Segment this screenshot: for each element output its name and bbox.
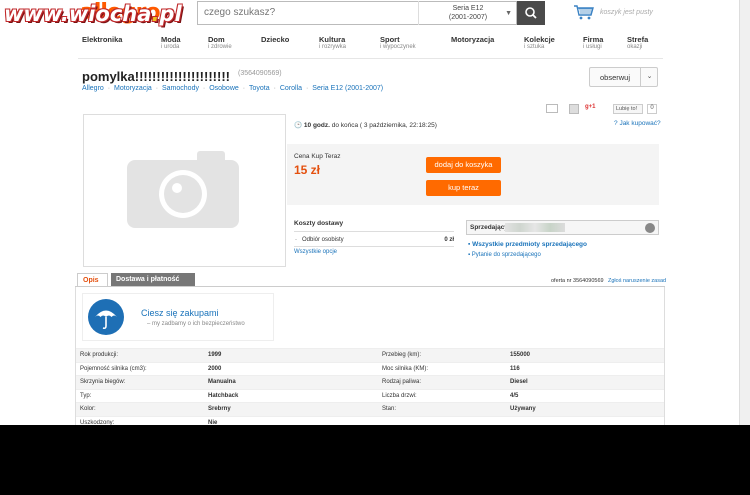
seller-ask-link[interactable]: ▪ Pytanie do sprzedającego (468, 252, 541, 258)
buy-box: Cena Kup Teraz 15 zł dodaj do koszyka ku… (287, 144, 659, 205)
clock-icon: 🕒 (294, 122, 303, 129)
table-row: Pojemność silnika (cm3): 2000 Moc silnika … (76, 361, 664, 376)
breadcrumb-item[interactable]: Corolla (280, 85, 302, 92)
buy-now-label: Cena Kup Teraz (294, 153, 341, 160)
shipping-costs: Koszty dostawy · Odbiór osobisty 0 zł Ws… (294, 220, 454, 255)
banner-subtitle: – my zadbamy o ich bezpieczeństwo (147, 321, 245, 327)
watch-label: obserwuj (599, 73, 630, 82)
search-input[interactable] (204, 7, 414, 18)
shipping-title: Koszty dostawy (294, 220, 454, 232)
seller-box[interactable]: Sprzedający: (466, 220, 659, 235)
breadcrumb-item[interactable]: Osobowe (209, 85, 239, 92)
table-row: Rok produkcji: 1999 Przebieg (km): 155000 (76, 348, 664, 362)
watermark-tld: pl (159, 2, 182, 26)
umbrella-icon (88, 299, 124, 335)
time-remaining: 🕒 10 godz. do końca ( 3 października, 22… (294, 122, 437, 129)
print-icon[interactable] (569, 104, 579, 114)
seller-name-blurred (505, 223, 565, 232)
product-photo-placeholder[interactable] (83, 114, 286, 267)
breadcrumb-item[interactable]: Motoryzacja (114, 85, 152, 92)
google-plus-button[interactable]: g+1 (585, 104, 596, 114)
chevron-down-icon[interactable]: ⌄ (640, 68, 658, 86)
price: 15 zł (294, 163, 321, 177)
chevron-down-icon: ▼ (505, 10, 512, 17)
tab-description[interactable]: Opis (77, 273, 108, 287)
search-button[interactable] (517, 1, 545, 25)
bottom-bar (0, 425, 750, 495)
seller-expand-icon[interactable] (645, 223, 655, 233)
nav-dziecko[interactable]: Dziecko (261, 36, 289, 44)
banner-title: Ciesz się zakupami (141, 308, 219, 318)
table-row: Kolor: Srebrny Stan: Używany (76, 402, 664, 416)
nav-moda[interactable]: Moda i uroda (161, 36, 181, 51)
report-link[interactable]: Zgłoś naruszenie zasad (608, 278, 666, 284)
add-to-cart-button[interactable]: dodaj do koszyka (426, 157, 501, 173)
category-line2: (2001-2007) (448, 14, 488, 21)
facebook-like-button[interactable]: Lubię to! (613, 104, 643, 114)
watch-button[interactable]: obserwuj ⌄ (589, 67, 658, 87)
like-count: 0 (647, 104, 657, 114)
table-row: Skrzynia biegów: Manualna Rodzaj paliwa: Di… (76, 375, 664, 389)
offer-id: (3564090569) (238, 70, 282, 77)
nav-divider (78, 58, 663, 59)
scrollbar[interactable] (739, 0, 750, 425)
offer-number: oferta nr 3564090569 (551, 278, 604, 284)
breadcrumb-item[interactable]: Toyota (249, 85, 270, 92)
nav-sport[interactable]: Sport i wypoczynek (380, 36, 416, 51)
table-row: Typ: Hatchback Liczba drzwi: 4/5 (76, 388, 664, 403)
nav-motoryzacja[interactable]: Motoryzacja (451, 36, 494, 44)
offer-title: pomylka!!!!!!!!!!!!!!!!!!!!!! (82, 69, 230, 84)
cart-status: koszyk jest pusty (600, 9, 653, 16)
shipping-row: · Odbiór osobisty 0 zł (294, 235, 454, 247)
tab-delivery[interactable]: Dostawa i płatność (111, 273, 195, 286)
nav-elektronika[interactable]: Elektronika (82, 36, 122, 44)
nav-kultura[interactable]: Kultura i rozrywka (319, 36, 346, 51)
nav-kolekcje[interactable]: Kolekcje i sztuka (524, 36, 555, 51)
search-icon (525, 7, 537, 19)
mail-icon[interactable] (546, 104, 558, 113)
camera-icon (127, 151, 239, 228)
category-line1: Seria E12 (452, 5, 484, 12)
help-icon: ? (614, 120, 618, 127)
seller-all-items-link[interactable]: ▪ Wszystkie przedmioty sprzedającego (468, 241, 587, 248)
breadcrumb: Allegro · Motoryzacja · Samochody · Osob… (82, 85, 384, 92)
breadcrumb-item[interactable]: Seria E12 (2001-2007) (312, 85, 383, 92)
category-nav: Elektronika Moda i uroda Dom i zdrowie Dzi… (82, 36, 662, 56)
nav-firma[interactable]: Firma i usługi (583, 36, 603, 51)
how-to-buy-link[interactable]: ? Jak kupować? (614, 120, 661, 127)
watermark-main: www.wiocha (4, 2, 152, 26)
nav-strefa[interactable]: Strefa okazji (627, 36, 648, 51)
safe-shopping-banner: Ciesz się zakupami – my zadbamy o ich be… (82, 293, 274, 341)
breadcrumb-item[interactable]: Samochody (162, 85, 199, 92)
watermark: www.wiocha.pl (0, 0, 190, 34)
bullet-icon: · (295, 237, 297, 243)
buy-now-button[interactable]: kup teraz (426, 180, 501, 196)
all-options-link[interactable]: Wszystkie opcje (294, 249, 454, 255)
nav-dom[interactable]: Dom i zdrowie (208, 36, 232, 51)
category-select[interactable]: Seria E12 (2001-2007) ▼ (418, 1, 517, 25)
spec-table: Rok produkcji: 1999 Przebieg (km): 155000 P… (76, 348, 664, 429)
breadcrumb-item[interactable]: Allegro (82, 85, 104, 92)
cart-icon[interactable] (573, 3, 595, 21)
